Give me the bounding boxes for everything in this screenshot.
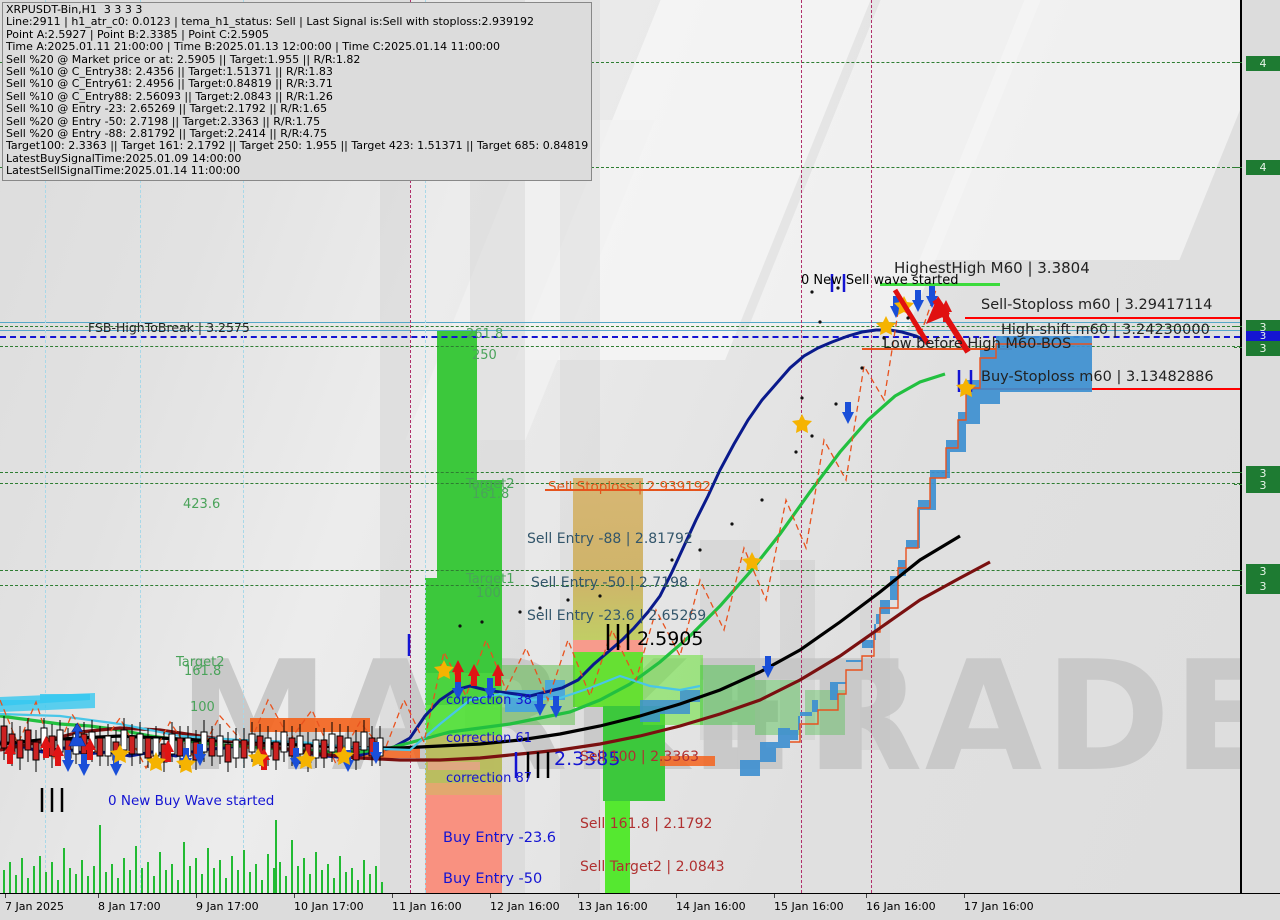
time-label: 16 Jan 16:00	[866, 900, 936, 913]
price-badge: 4	[1246, 56, 1280, 71]
time-label: 11 Jan 16:00	[392, 900, 462, 913]
time-tick	[676, 894, 677, 898]
ichimoku-cloud	[790, 336, 1092, 740]
price-scale[interactable]: 4 4 3 3 3 3 3 3 3	[1234, 0, 1280, 893]
info-line: Line:2911 | h1_atr_c0: 0.0123 | tema_h1_…	[6, 15, 534, 29]
buy-entry-50-label: Buy Entry -50	[443, 871, 543, 887]
cloud-cyan-left2	[0, 693, 95, 712]
sell-entry-236-label: Sell Entry -23.6 | 2.65269	[527, 608, 707, 624]
time-tick	[578, 894, 579, 898]
time-tick	[392, 894, 393, 898]
scale-tick	[1234, 472, 1242, 473]
target2-value-left: 161.8	[184, 664, 222, 679]
time-tick	[98, 894, 99, 898]
chart-window: MARKET TRADE	[0, 0, 1280, 920]
sell-stoploss-m60-label: Sell-Stoploss m60 | 3.29417114	[981, 297, 1213, 313]
time-tick	[196, 894, 197, 898]
chart-info-panel: XRPUSDT-Bin,H1 3 3 3 3 Line:2911 | h1_at…	[2, 2, 593, 181]
fib-label-100-left: 100	[190, 700, 215, 715]
time-label: 10 Jan 17:00	[294, 900, 364, 913]
time-tick	[774, 894, 775, 898]
time-tick	[5, 894, 6, 898]
price-badge: 3	[1246, 478, 1280, 493]
low-before-high-label: Low before High M60-BOS	[883, 336, 1072, 352]
sell-1618-label: Sell 161.8 | 2.1792	[580, 816, 713, 832]
target2-value-mid: 161.8	[472, 487, 510, 502]
fib-label-2618: 261.8	[466, 327, 504, 342]
sell-entry-50-label: Sell Entry -50 | 2.7198	[531, 575, 688, 591]
time-label: 14 Jan 16:00	[676, 900, 746, 913]
chart-plot-area[interactable]: MARKET TRADE	[0, 0, 1240, 893]
sell-stoploss-label: Sell Stoploss | 2.939192	[548, 479, 711, 495]
fib-label-4236-left: 423.6	[183, 497, 221, 512]
time-label: 7 Jan 2025	[5, 900, 64, 913]
time-label: 17 Jan 16:00	[964, 900, 1034, 913]
correction-38-label: correction 38	[446, 693, 532, 708]
scale-tick	[1234, 62, 1242, 63]
info-line: Sell %10 @ Entry -23: 2.65269 || Target:…	[6, 102, 328, 116]
black-ma-line	[0, 534, 961, 750]
time-label: 12 Jan 16:00	[490, 900, 560, 913]
scale-tick	[1234, 484, 1242, 485]
time-tick	[490, 894, 491, 898]
price-badge: 3	[1246, 579, 1280, 594]
buy-entry-236-label: Buy Entry -23.6	[443, 830, 557, 846]
sell-100-label: Sell 100 | 2.3363	[580, 749, 700, 765]
fsb-high-to-break-label: FSB-HighToBreak | 3.2575	[88, 320, 250, 335]
orange-band	[428, 762, 480, 770]
scale-tick	[1234, 167, 1242, 168]
price-badge: 3	[1246, 341, 1280, 356]
fib-label-250: 250	[472, 348, 497, 363]
scale-tick	[1234, 326, 1242, 327]
time-label: 15 Jan 16:00	[774, 900, 844, 913]
target1-label-mid: Target1	[466, 572, 515, 587]
ichimoku-cloud-left	[740, 728, 790, 776]
correction-61-label: correction 61	[446, 731, 532, 746]
info-line: Sell %10 @ C_Entry61: 2.4956 || Target:0…	[6, 77, 333, 91]
time-label: 9 Jan 17:00	[196, 900, 259, 913]
sell-target2-label: Sell Target2 | 2.0843	[580, 859, 725, 875]
price-badge: 4	[1246, 160, 1280, 175]
info-line: LatestSellSignalTime:2025.01.14 11:00:00	[6, 164, 241, 178]
time-tick	[294, 894, 295, 898]
time-axis[interactable]: 7 Jan 2025 8 Jan 17:00 9 Jan 17:00 10 Ja…	[0, 893, 1280, 920]
highest-high-label: HighestHigh M60 | 3.3804	[894, 259, 1090, 277]
correction-87-label: correction 87	[446, 771, 532, 786]
target1-value-mid: 100	[476, 586, 501, 601]
volume-bars	[3, 820, 383, 893]
scale-tick	[1234, 570, 1242, 571]
new-buy-wave-label: 0 New Buy Wave started	[108, 793, 275, 809]
time-label: 8 Jan 17:00	[98, 900, 161, 913]
info-line: Target100: 2.3363 || Target 161: 2.1792 …	[6, 139, 589, 153]
scale-tick	[1234, 585, 1242, 586]
info-line: Time A:2025.01.11 21:00:00 | Time B:2025…	[6, 40, 500, 54]
time-label: 13 Jan 16:00	[578, 900, 648, 913]
time-tick	[866, 894, 867, 898]
time-tick	[964, 894, 965, 898]
price-badge: 3	[1246, 564, 1280, 579]
sell-entry-88-label: Sell Entry -88 | 2.81792	[527, 531, 693, 547]
buy-stoploss-m60-label: Buy-Stoploss m60 | 3.13482886	[981, 369, 1214, 385]
point-c-price-label: 2.5905	[637, 628, 704, 650]
scale-tick	[1234, 347, 1242, 348]
